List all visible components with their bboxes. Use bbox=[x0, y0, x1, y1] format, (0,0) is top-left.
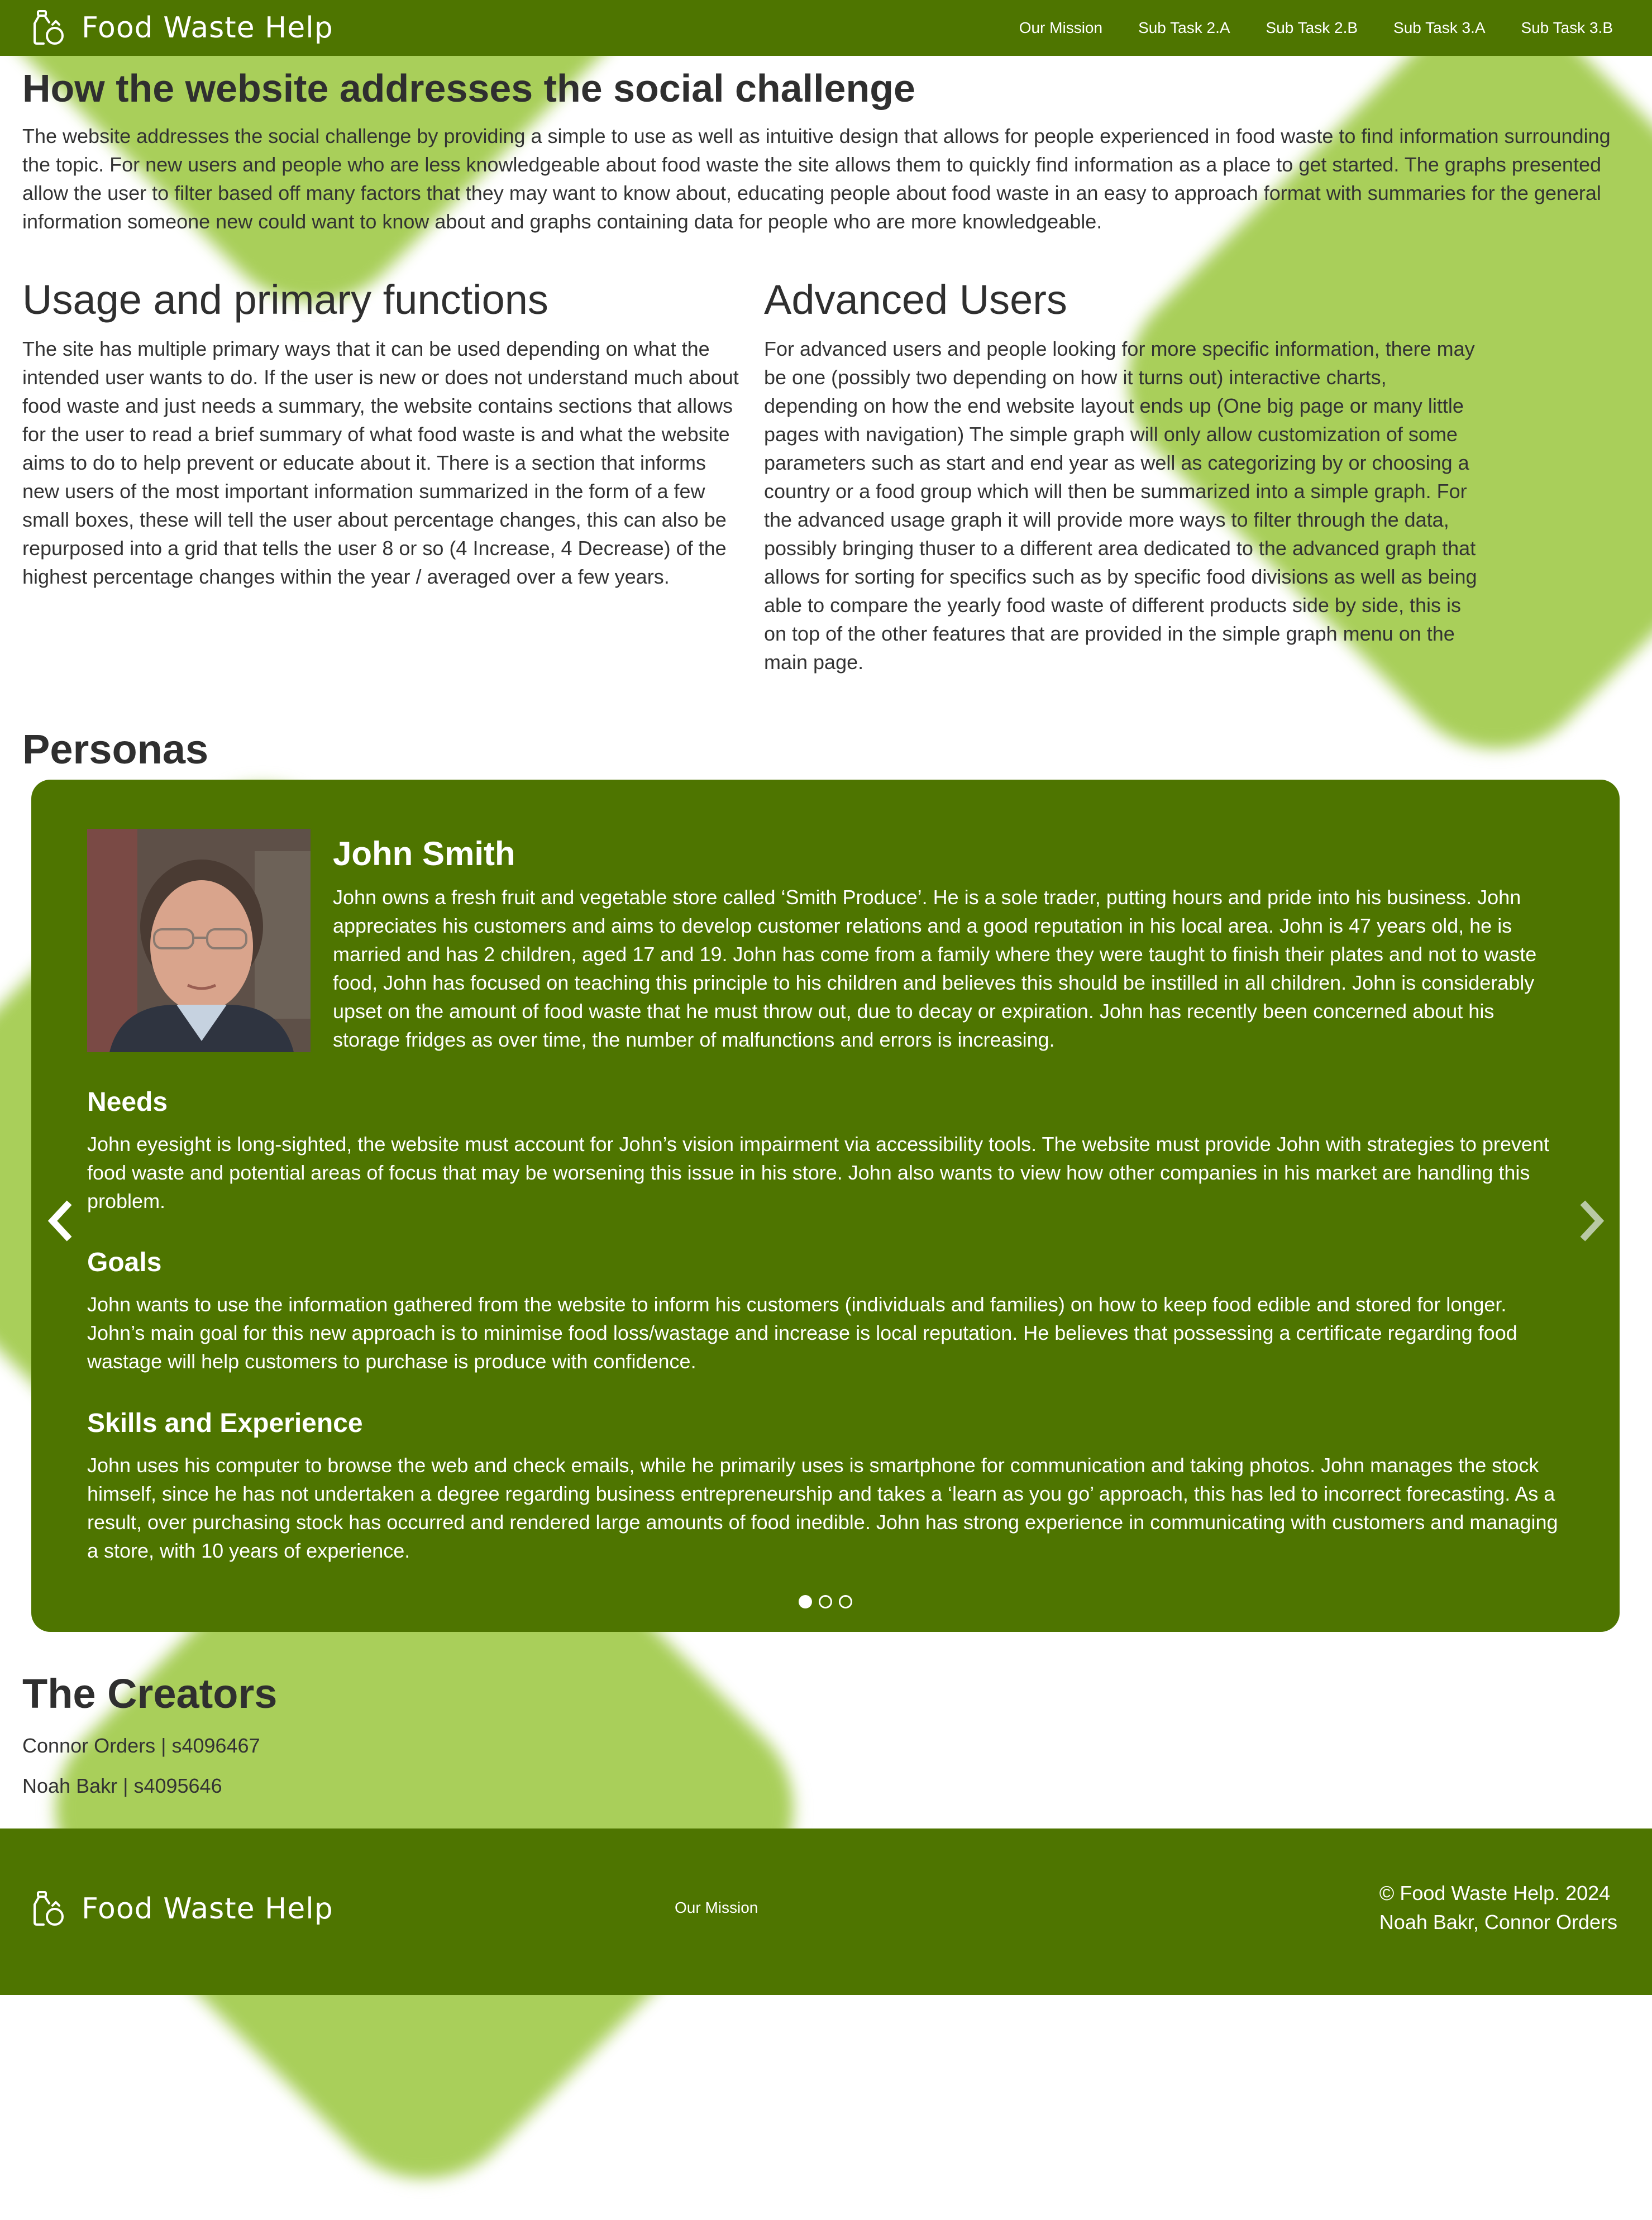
creators-section: The Creators Connor Orders | s4096467 No… bbox=[22, 1670, 277, 1815]
nav-link-sub-task-2b[interactable]: Sub Task 2.B bbox=[1266, 19, 1358, 37]
persona-photo bbox=[87, 829, 311, 1052]
carousel-dot-3[interactable] bbox=[839, 1595, 852, 1608]
chevron-left-icon bbox=[47, 1200, 72, 1242]
portrait-image bbox=[87, 829, 311, 1052]
footer-brand-name: Food Waste Help bbox=[82, 1892, 333, 1926]
copyright-text: © Food Waste Help. 2024 bbox=[1379, 1882, 1611, 1904]
brand-link[interactable]: Food Waste Help bbox=[30, 9, 333, 47]
brand-name: Food Waste Help bbox=[82, 11, 333, 45]
usage-section: Usage and primary functions The site has… bbox=[22, 276, 742, 676]
persona-name: John Smith bbox=[333, 835, 515, 872]
footer-copyright: © Food Waste Help. 2024 Noah Bakr, Conno… bbox=[1379, 1879, 1617, 1937]
carousel-next-button[interactable] bbox=[1576, 1199, 1610, 1243]
needs-text: John eyesight is long-sighted, the websi… bbox=[87, 1133, 1549, 1212]
nav-link-our-mission[interactable]: Our Mission bbox=[1019, 19, 1102, 37]
persona-bio: John owns a fresh fruit and vegetable st… bbox=[333, 886, 1537, 1051]
chevron-right-icon bbox=[1580, 1200, 1605, 1242]
advanced-text: For advanced users and people looking fo… bbox=[764, 337, 1477, 674]
authors-text: Noah Bakr, Connor Orders bbox=[1379, 1911, 1617, 1933]
goals-heading: Goals bbox=[87, 1248, 162, 1277]
columns: Usage and primary functions The site has… bbox=[22, 276, 1631, 676]
persona-intro: John Smith John owns a fresh fruit and v… bbox=[333, 829, 1564, 1054]
creator-item: Noah Bakr | s4095646 bbox=[22, 1774, 222, 1797]
recycle-bottle-icon bbox=[34, 10, 64, 45]
advanced-heading: Advanced Users bbox=[764, 276, 1067, 323]
top-navbar: Food Waste Help Our Mission Sub Task 2.A… bbox=[0, 0, 1652, 56]
nav-link-sub-task-2a[interactable]: Sub Task 2.A bbox=[1138, 19, 1230, 37]
intro-text: The website addresses the social challen… bbox=[22, 125, 1611, 233]
persona-skills: Skills and Experience John uses his comp… bbox=[87, 1408, 1564, 1565]
skills-text: John uses his computer to browse the web… bbox=[87, 1454, 1558, 1562]
footer-link-our-mission[interactable]: Our Mission bbox=[675, 1899, 758, 1917]
skills-heading: Skills and Experience bbox=[87, 1409, 363, 1438]
usage-text: The site has multiple primary ways that … bbox=[22, 337, 739, 588]
site-footer: Food Waste Help Our Mission © Food Waste… bbox=[0, 1828, 1652, 1995]
main-nav: Our Mission Sub Task 2.A Sub Task 2.B Su… bbox=[983, 19, 1613, 37]
creator-item: Connor Orders | s4096467 bbox=[22, 1734, 260, 1757]
nav-link-sub-task-3a[interactable]: Sub Task 3.A bbox=[1393, 19, 1485, 37]
page-title: How the website addresses the social cha… bbox=[22, 66, 915, 110]
carousel-dot-2[interactable] bbox=[819, 1595, 832, 1608]
main-content: How the website addresses the social cha… bbox=[22, 56, 1631, 790]
usage-heading: Usage and primary functions bbox=[22, 276, 548, 323]
goals-text: John wants to use the information gather… bbox=[87, 1293, 1517, 1373]
advanced-section: Advanced Users For advanced users and pe… bbox=[764, 276, 1483, 676]
footer-brand-link[interactable]: Food Waste Help bbox=[30, 1890, 333, 1928]
nav-link-sub-task-3b[interactable]: Sub Task 3.B bbox=[1521, 19, 1613, 37]
recycle-bottle-icon bbox=[34, 1891, 64, 1926]
carousel-indicators bbox=[31, 1595, 1620, 1608]
persona-needs: Needs John eyesight is long-sighted, the… bbox=[87, 1087, 1564, 1215]
carousel-prev-button[interactable] bbox=[42, 1199, 76, 1243]
needs-heading: Needs bbox=[87, 1087, 168, 1117]
personas-heading: Personas bbox=[22, 726, 209, 772]
persona-header: John Smith John owns a fresh fruit and v… bbox=[87, 829, 1564, 1054]
creators-heading: The Creators bbox=[22, 1670, 278, 1717]
persona-goals: Goals John wants to use the information … bbox=[87, 1247, 1564, 1376]
persona-carousel: John Smith John owns a fresh fruit and v… bbox=[31, 780, 1620, 1632]
carousel-dot-1[interactable] bbox=[799, 1595, 812, 1608]
